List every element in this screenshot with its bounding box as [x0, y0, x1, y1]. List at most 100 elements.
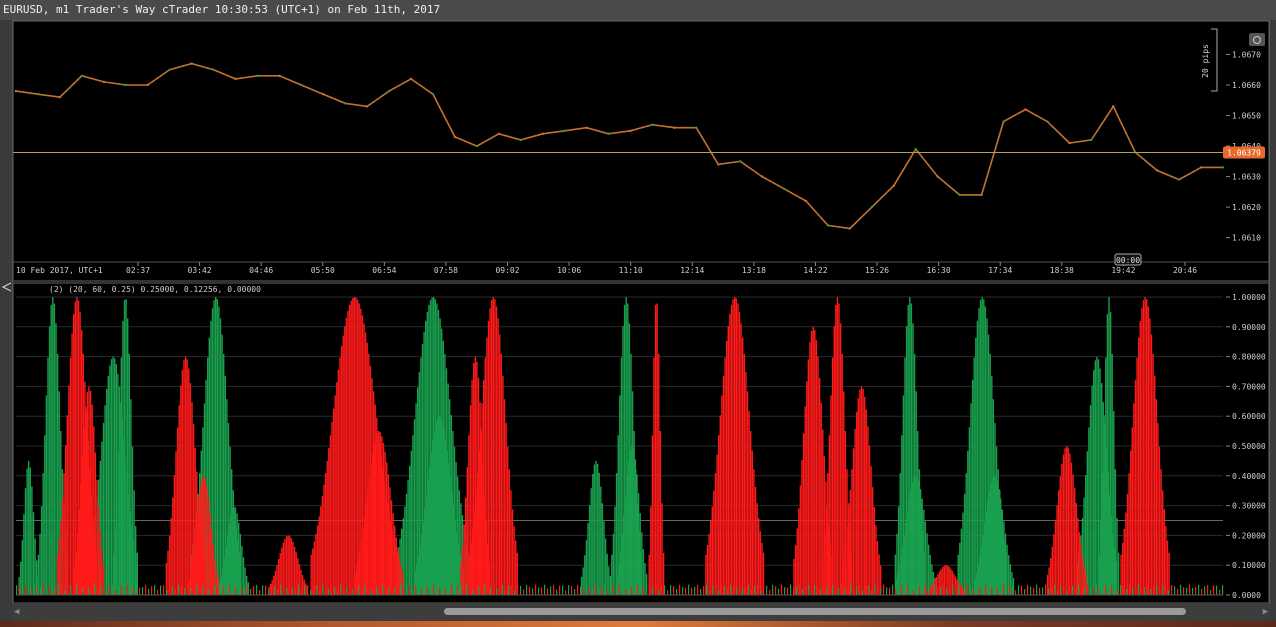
indicator-baseline-bar	[76, 584, 78, 595]
indicator-baseline-bar	[88, 587, 90, 595]
indicator-y-tick-label: 0.0000	[1232, 591, 1261, 600]
indicator-baseline-bar	[772, 584, 774, 595]
indicator-baseline-bar	[250, 588, 252, 595]
scroll-right-icon[interactable]: ▶	[1263, 607, 1268, 617]
indicator-bar-down	[1149, 318, 1151, 595]
indicator-bar-up	[626, 476, 629, 595]
indicator-bar-up	[55, 323, 57, 595]
indicator-baseline-bar	[691, 587, 693, 595]
indicator-bar-down	[1138, 337, 1140, 595]
indicator-baseline-bar	[1036, 584, 1038, 595]
indicator-bar-up	[1004, 533, 1007, 595]
chart-area[interactable]: 1.06701.06601.06501.06401.06301.06201.06…	[12, 20, 1270, 615]
indicator-bar-up	[127, 318, 129, 595]
indicator-baseline-bar	[568, 585, 570, 595]
scroll-thumb[interactable]	[444, 608, 1186, 615]
indicator-bar-up	[230, 514, 232, 595]
price-point	[870, 205, 874, 209]
indicator-baseline-bar	[1042, 587, 1044, 595]
indicator-bar-down	[1059, 476, 1061, 595]
price-point	[1068, 141, 1071, 145]
indicator-baseline-bar	[844, 588, 846, 595]
indicator-bar-down	[466, 467, 468, 595]
indicator-bar-up	[48, 326, 51, 595]
price-panel-frame[interactable]	[13, 21, 1270, 282]
indicator-bar-down	[756, 503, 758, 595]
indicator-baseline-bar	[478, 586, 480, 595]
indicator-bar-down	[722, 376, 725, 595]
indicator-baseline-bar	[682, 586, 684, 595]
indicator-bar-down	[745, 372, 747, 595]
indicator-bar-down	[489, 308, 491, 595]
indicator-baseline-bar	[1129, 584, 1131, 595]
indicator-baseline-bar	[1075, 589, 1077, 595]
indicator-baseline-bar	[277, 588, 279, 595]
indicator-bar-down	[1157, 423, 1159, 595]
indicator-baseline-bar	[454, 589, 456, 595]
triangle-left-icon[interactable]	[1, 281, 13, 293]
indicator-baseline-bar	[1012, 585, 1014, 595]
indicator-baseline-bar	[955, 589, 957, 595]
indicator-baseline-bar	[886, 587, 888, 595]
indicator-bar-down	[870, 466, 872, 595]
indicator-bar-down	[499, 334, 501, 595]
chart-svg[interactable]: 1.06701.06601.06501.06401.06301.06201.06…	[13, 21, 1271, 616]
indicator-bar-up	[926, 533, 928, 595]
indicator-bar-up	[131, 446, 134, 595]
indicator-bar-up	[587, 523, 589, 595]
indicator-bar-up	[611, 554, 613, 595]
indicator-bar-down	[950, 568, 952, 595]
indicator-bar-down	[189, 383, 192, 595]
indicator-bar-up	[899, 565, 901, 595]
indicator-baseline-bar	[694, 586, 696, 595]
price-point	[300, 83, 303, 87]
indicator-baseline-bar	[625, 589, 627, 595]
indicator-bar-down	[176, 427, 179, 595]
indicator-bar-down	[1054, 520, 1057, 595]
indicator-bar-up	[133, 490, 135, 595]
x-tick-label: 03:42	[188, 266, 212, 275]
indicator-bar-down	[370, 464, 372, 595]
indicator-bar-down	[1147, 306, 1149, 595]
indicator-baseline-bar	[823, 584, 825, 595]
indicator-bar-up	[980, 546, 983, 595]
indicator-baseline-bar	[1084, 588, 1086, 595]
horizontal-scrollbar[interactable]: ◀ ▶	[12, 603, 1270, 621]
indicator-baseline-bar	[205, 584, 207, 595]
indicator-bar-down	[864, 396, 866, 595]
x-tick-label: 19:42	[1111, 266, 1135, 275]
indicator-baseline-bar	[376, 586, 378, 595]
indicator-baseline-bar	[223, 586, 225, 595]
indicator-bar-down	[1158, 446, 1161, 595]
indicator-baseline-bar	[1093, 587, 1095, 595]
indicator-baseline-bar	[337, 587, 339, 595]
indicator-bar-down	[331, 422, 333, 595]
indicator-baseline-bar	[73, 589, 75, 595]
indicator-baseline-bar	[412, 590, 414, 595]
indicator-bar-down	[651, 435, 654, 595]
x-tick-label: 20:46	[1173, 266, 1197, 275]
scroll-left-icon[interactable]: ◀	[14, 607, 19, 617]
indicator-bar-down	[93, 426, 95, 595]
indicator-bar-down	[196, 515, 198, 595]
indicator-baseline-bar	[178, 584, 180, 595]
price-point	[629, 129, 632, 132]
x-tick-label: 10:06	[557, 266, 581, 275]
indicator-bar-up	[639, 513, 641, 595]
price-point	[782, 187, 786, 190]
indicator-baseline-bar	[1099, 588, 1101, 595]
camera-icon[interactable]	[1249, 33, 1265, 46]
indicator-baseline-bar	[718, 589, 720, 595]
indicator-bar-down	[838, 303, 840, 595]
indicator-bar-up	[228, 523, 230, 595]
price-point	[1177, 178, 1181, 181]
indicator-bar-down	[754, 487, 757, 595]
indicator-bar-up	[998, 489, 1000, 595]
indicator-baseline-bar	[55, 589, 57, 595]
indicator-bar-down	[167, 550, 169, 595]
indicator-bar-down	[172, 497, 174, 595]
indicator-baseline-bar	[196, 584, 198, 595]
indicator-baseline-bar	[463, 590, 465, 595]
indicator-baseline-bar	[151, 586, 153, 595]
price-point	[168, 68, 171, 71]
